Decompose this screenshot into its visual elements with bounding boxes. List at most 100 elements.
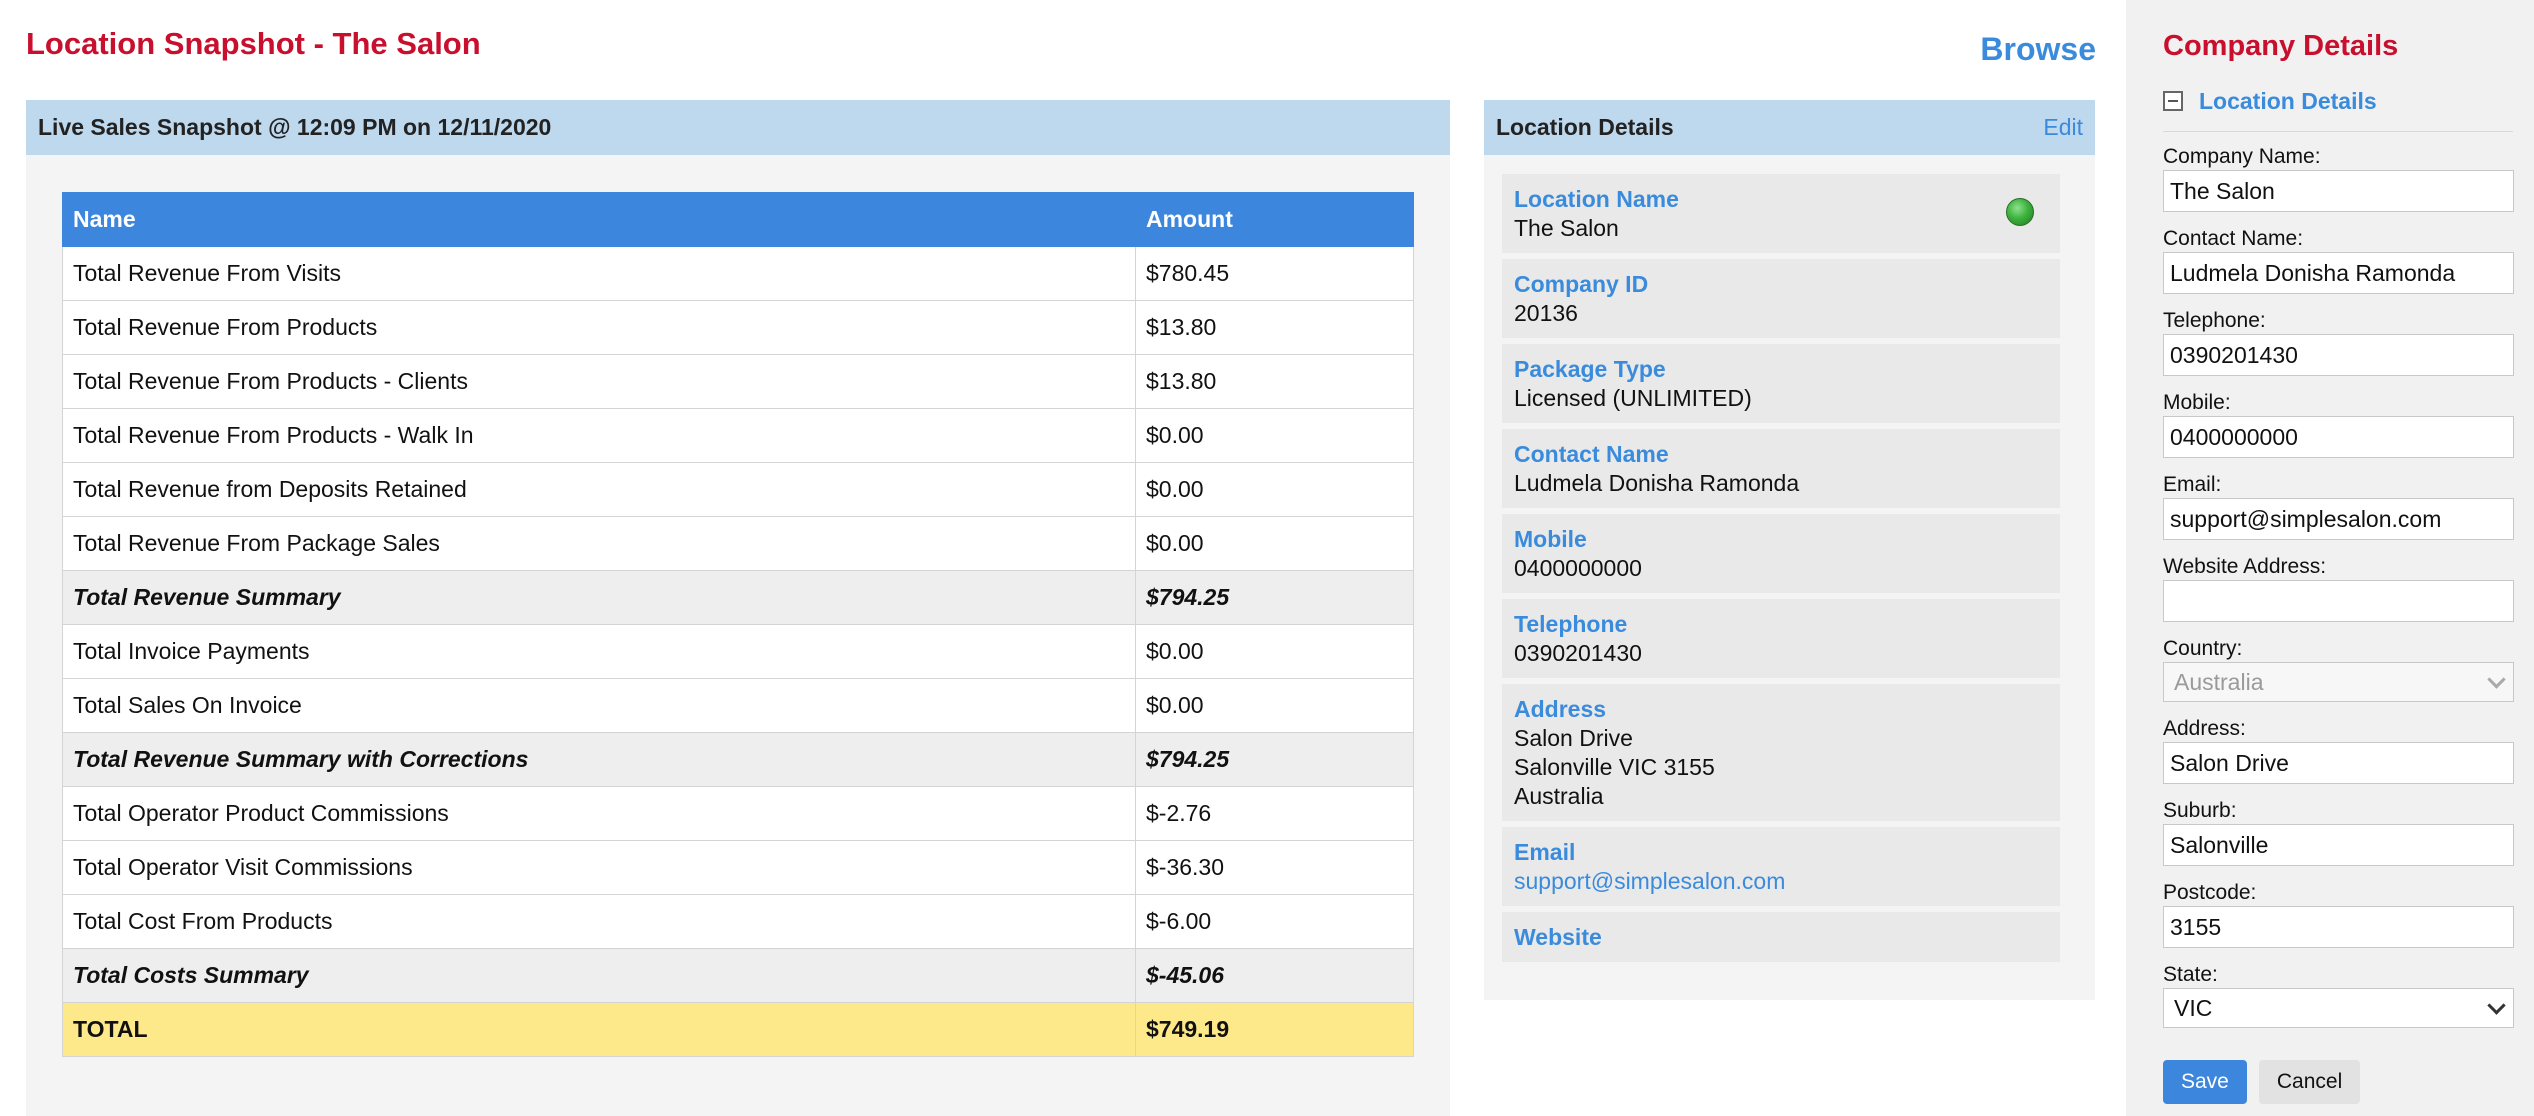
detail-label: Mobile: [1514, 526, 1587, 552]
row-amount: $0.00: [1135, 678, 1414, 733]
location-details-panel: Location Details Edit Location Name The S…: [1484, 100, 2095, 1000]
detail-label: Telephone: [1514, 611, 1628, 637]
detail-label: Address: [1514, 696, 1607, 722]
field-label: Suburb:: [2163, 799, 2237, 822]
detail-value: The Salon: [1514, 215, 1619, 241]
sales-table: Name Amount Total Revenue From Visits $78…: [62, 192, 1414, 1057]
chevron-down-icon: [2487, 995, 2506, 1015]
state-select[interactable]: VIC: [2163, 988, 2514, 1028]
location-detail-item: Package Type Licensed (UNLIMITED): [1502, 344, 2060, 423]
section-label: Location Details: [2199, 88, 2377, 114]
row-name: Total Revenue From Visits: [62, 246, 1136, 301]
row-amount: $-2.76: [1135, 786, 1414, 841]
select-value: Australia: [2174, 668, 2264, 695]
table-row: Total Revenue From Visits $780.45: [62, 246, 1414, 301]
email-field[interactable]: [2163, 498, 2514, 540]
location-details-header: Location Details Edit: [1484, 100, 2095, 155]
detail-label: Package Type: [1514, 356, 1666, 382]
row-name: Total Revenue from Deposits Retained: [62, 462, 1136, 517]
detail-value: 0390201430: [1514, 640, 1642, 666]
row-name: Total Operator Product Commissions: [62, 786, 1136, 841]
postcode-field[interactable]: [2163, 906, 2514, 948]
country-select: Australia: [2163, 662, 2514, 702]
sales-snapshot-header: Live Sales Snapshot @ 12:09 PM on 12/11/…: [26, 100, 1450, 155]
sales-snapshot-panel: Live Sales Snapshot @ 12:09 PM on 12/11/…: [26, 100, 1450, 1116]
collapse-icon[interactable]: [2163, 91, 2183, 111]
detail-value: Salon Drive: [1514, 725, 1633, 751]
row-amount: $13.80: [1135, 300, 1414, 355]
detail-value: Licensed (UNLIMITED): [1514, 385, 1752, 411]
row-name: Total Revenue From Products - Walk In: [62, 408, 1136, 463]
row-amount: $0.00: [1135, 408, 1414, 463]
detail-label: Company ID: [1514, 271, 1649, 297]
table-row: Total Invoice Payments $0.00: [62, 624, 1414, 679]
field-label: Contact Name:: [2163, 227, 2304, 250]
table-row: Total Cost From Products $-6.00: [62, 894, 1414, 949]
table-row: Total Revenue From Products $13.80: [62, 300, 1414, 355]
edit-link[interactable]: Edit: [2043, 114, 2083, 141]
row-name: Total Costs Summary: [62, 948, 1136, 1003]
row-amount: $13.80: [1135, 354, 1414, 409]
row-name: Total Invoice Payments: [62, 624, 1136, 679]
row-amount: $780.45: [1135, 246, 1414, 301]
column-header-amount: Amount: [1135, 192, 1414, 247]
row-amount: $749.19: [1135, 1002, 1414, 1057]
location-detail-item: Location Name The Salon: [1502, 174, 2060, 253]
row-name: Total Revenue Summary with Corrections: [62, 732, 1136, 787]
suburb-field[interactable]: [2163, 824, 2514, 866]
row-name: Total Revenue From Products - Clients: [62, 354, 1136, 409]
detail-value: 0400000000: [1514, 555, 1642, 581]
row-amount: $-45.06: [1135, 948, 1414, 1003]
table-row: Total Revenue from Deposits Retained $0.0…: [62, 462, 1414, 517]
green-status-icon: [2006, 198, 2034, 226]
table-row: Total Sales On Invoice $0.00: [62, 678, 1414, 733]
address-field[interactable]: [2163, 742, 2514, 784]
summary-row: Total Revenue Summary $794.25: [62, 570, 1414, 625]
row-name: Total Operator Visit Commissions: [62, 840, 1136, 895]
field-label: Address:: [2163, 717, 2246, 740]
location-detail-item: Telephone 0390201430: [1502, 599, 2060, 678]
location-detail-item: Website: [1502, 912, 2060, 962]
telephone-field[interactable]: [2163, 334, 2514, 376]
row-name: TOTAL: [62, 1002, 1136, 1057]
company-details-sidebar: Company Details Location Details Company…: [2126, 0, 2534, 1116]
row-amount: $-36.30: [1135, 840, 1414, 895]
company-name-field[interactable]: [2163, 170, 2514, 212]
field-label: Company Name:: [2163, 145, 2321, 168]
contact-name-field[interactable]: [2163, 252, 2514, 294]
save-button[interactable]: Save: [2163, 1060, 2247, 1104]
detail-label: Contact Name: [1514, 441, 1669, 467]
chevron-down-icon: [2487, 669, 2506, 689]
location-detail-item: Address Salon Drive Salonville VIC 3155 Aus…: [1502, 684, 2060, 821]
detail-value: Salonville VIC 3155: [1514, 754, 1715, 780]
field-label: Email:: [2163, 473, 2222, 496]
mobile-field[interactable]: [2163, 416, 2514, 458]
summary-row: Total Costs Summary $-45.06: [62, 948, 1414, 1003]
summary-row: Total Revenue Summary with Corrections $7…: [62, 732, 1414, 787]
website-address-field[interactable]: [2163, 580, 2514, 622]
email-link[interactable]: support@simplesalon.com: [1514, 867, 2048, 896]
row-amount: $-6.00: [1135, 894, 1414, 949]
row-amount: $794.25: [1135, 732, 1414, 787]
location-details-list: Location Name The Salon Company ID 20136 Pac…: [1502, 174, 2060, 968]
location-detail-item: Email support@simplesalon.com: [1502, 827, 2060, 906]
row-name: Total Revenue From Products: [62, 300, 1136, 355]
row-amount: $0.00: [1135, 516, 1414, 571]
cancel-button[interactable]: Cancel: [2258, 1060, 2361, 1104]
location-detail-item: Mobile 0400000000: [1502, 514, 2060, 593]
row-amount: $0.00: [1135, 624, 1414, 679]
column-header-name: Name: [62, 192, 1136, 247]
field-label: Mobile:: [2163, 391, 2231, 414]
total-row: TOTAL $749.19: [62, 1002, 1414, 1057]
row-name: Total Sales On Invoice: [62, 678, 1136, 733]
sidebar-title: Company Details: [2163, 30, 2399, 62]
detail-label: Email: [1514, 839, 1576, 865]
location-details-section-toggle[interactable]: Location Details: [2163, 88, 2513, 132]
location-detail-item: Company ID 20136: [1502, 259, 2060, 338]
browse-link[interactable]: Browse: [1980, 31, 2096, 68]
form-buttons: Save Cancel: [2163, 1060, 2361, 1104]
main-content: Location Snapshot - The Salon Browse Liv…: [0, 0, 2126, 1116]
table-row: Total Revenue From Package Sales $0.00: [62, 516, 1414, 571]
field-label: Website Address:: [2163, 555, 2327, 578]
location-details-title: Location Details: [1496, 114, 1674, 140]
